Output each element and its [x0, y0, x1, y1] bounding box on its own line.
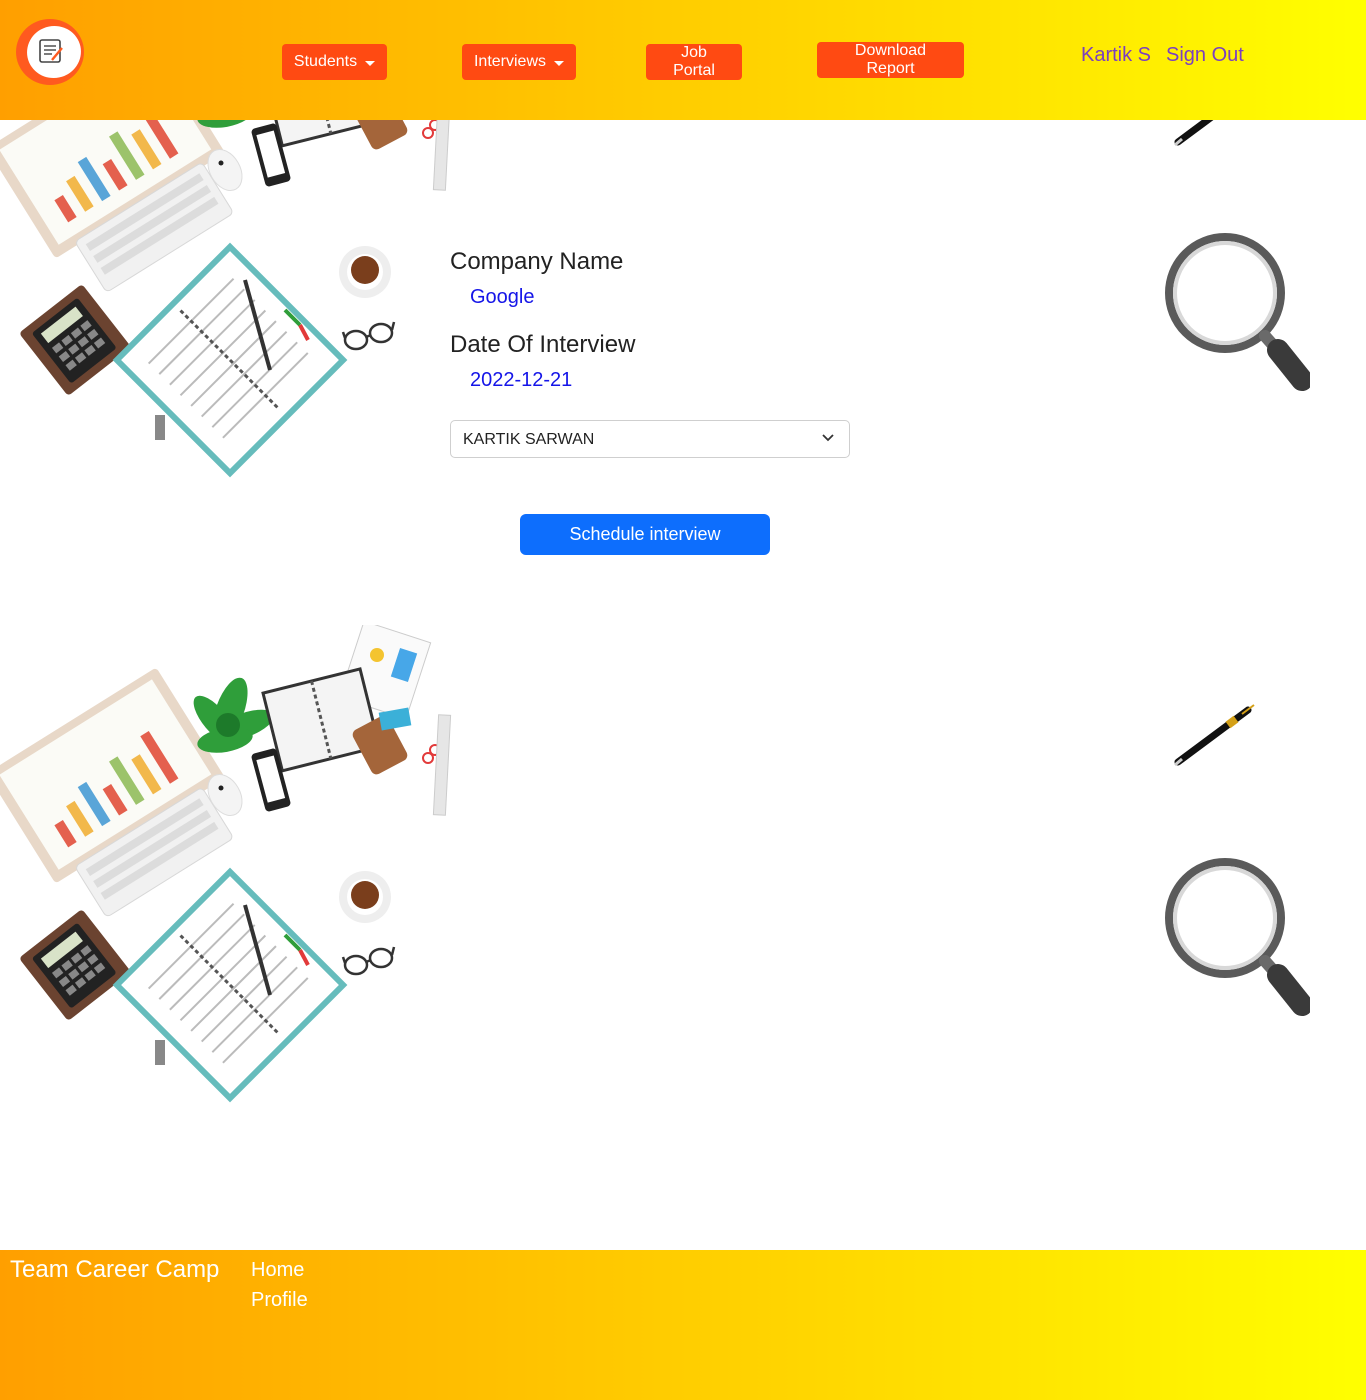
top-navbar: Students Interviews Job Portal Download … — [0, 0, 1366, 120]
download-report-button[interactable]: Download Report — [817, 42, 964, 78]
company-name-label: Company Name — [450, 248, 624, 275]
pen-icon — [1170, 700, 1260, 770]
footer-link-profile[interactable]: Profile — [251, 1289, 308, 1312]
schedule-interview-button[interactable]: Schedule interview — [520, 514, 770, 555]
interview-date-label: Date Of Interview — [450, 331, 636, 358]
interviews-label: Interviews — [473, 53, 547, 70]
schedule-interview-form: Company Name Google Date Of Interview 20… — [450, 248, 870, 555]
footer: Team Career Camp Home Profile — [0, 1250, 1366, 1400]
resume-logo-icon[interactable] — [14, 14, 86, 86]
company-name-value: Google — [470, 286, 535, 308]
interview-date-value: 2022-12-21 — [470, 369, 573, 391]
student-select[interactable]: KARTIK SARWAN — [451, 421, 849, 457]
interviews-dropdown-button[interactable]: Interviews — [462, 44, 576, 80]
footer-brand: Team Career Camp — [10, 1256, 220, 1283]
caret-down-icon — [554, 60, 565, 66]
students-label: Students — [293, 53, 358, 70]
magnifier-icon — [1160, 853, 1310, 1018]
job-portal-button[interactable]: Job Portal — [646, 44, 742, 80]
sign-out-link[interactable]: Sign Out — [1166, 44, 1244, 67]
students-dropdown-button[interactable]: Students — [282, 44, 387, 80]
footer-link-home[interactable]: Home — [251, 1259, 304, 1282]
magnifier-icon — [1160, 228, 1310, 393]
desk-illustration-image — [0, 625, 460, 1105]
caret-down-icon — [365, 60, 376, 66]
student-select-wrapper: KARTIK SARWAN — [450, 420, 850, 458]
user-profile-link[interactable]: Kartik S — [1081, 44, 1151, 67]
